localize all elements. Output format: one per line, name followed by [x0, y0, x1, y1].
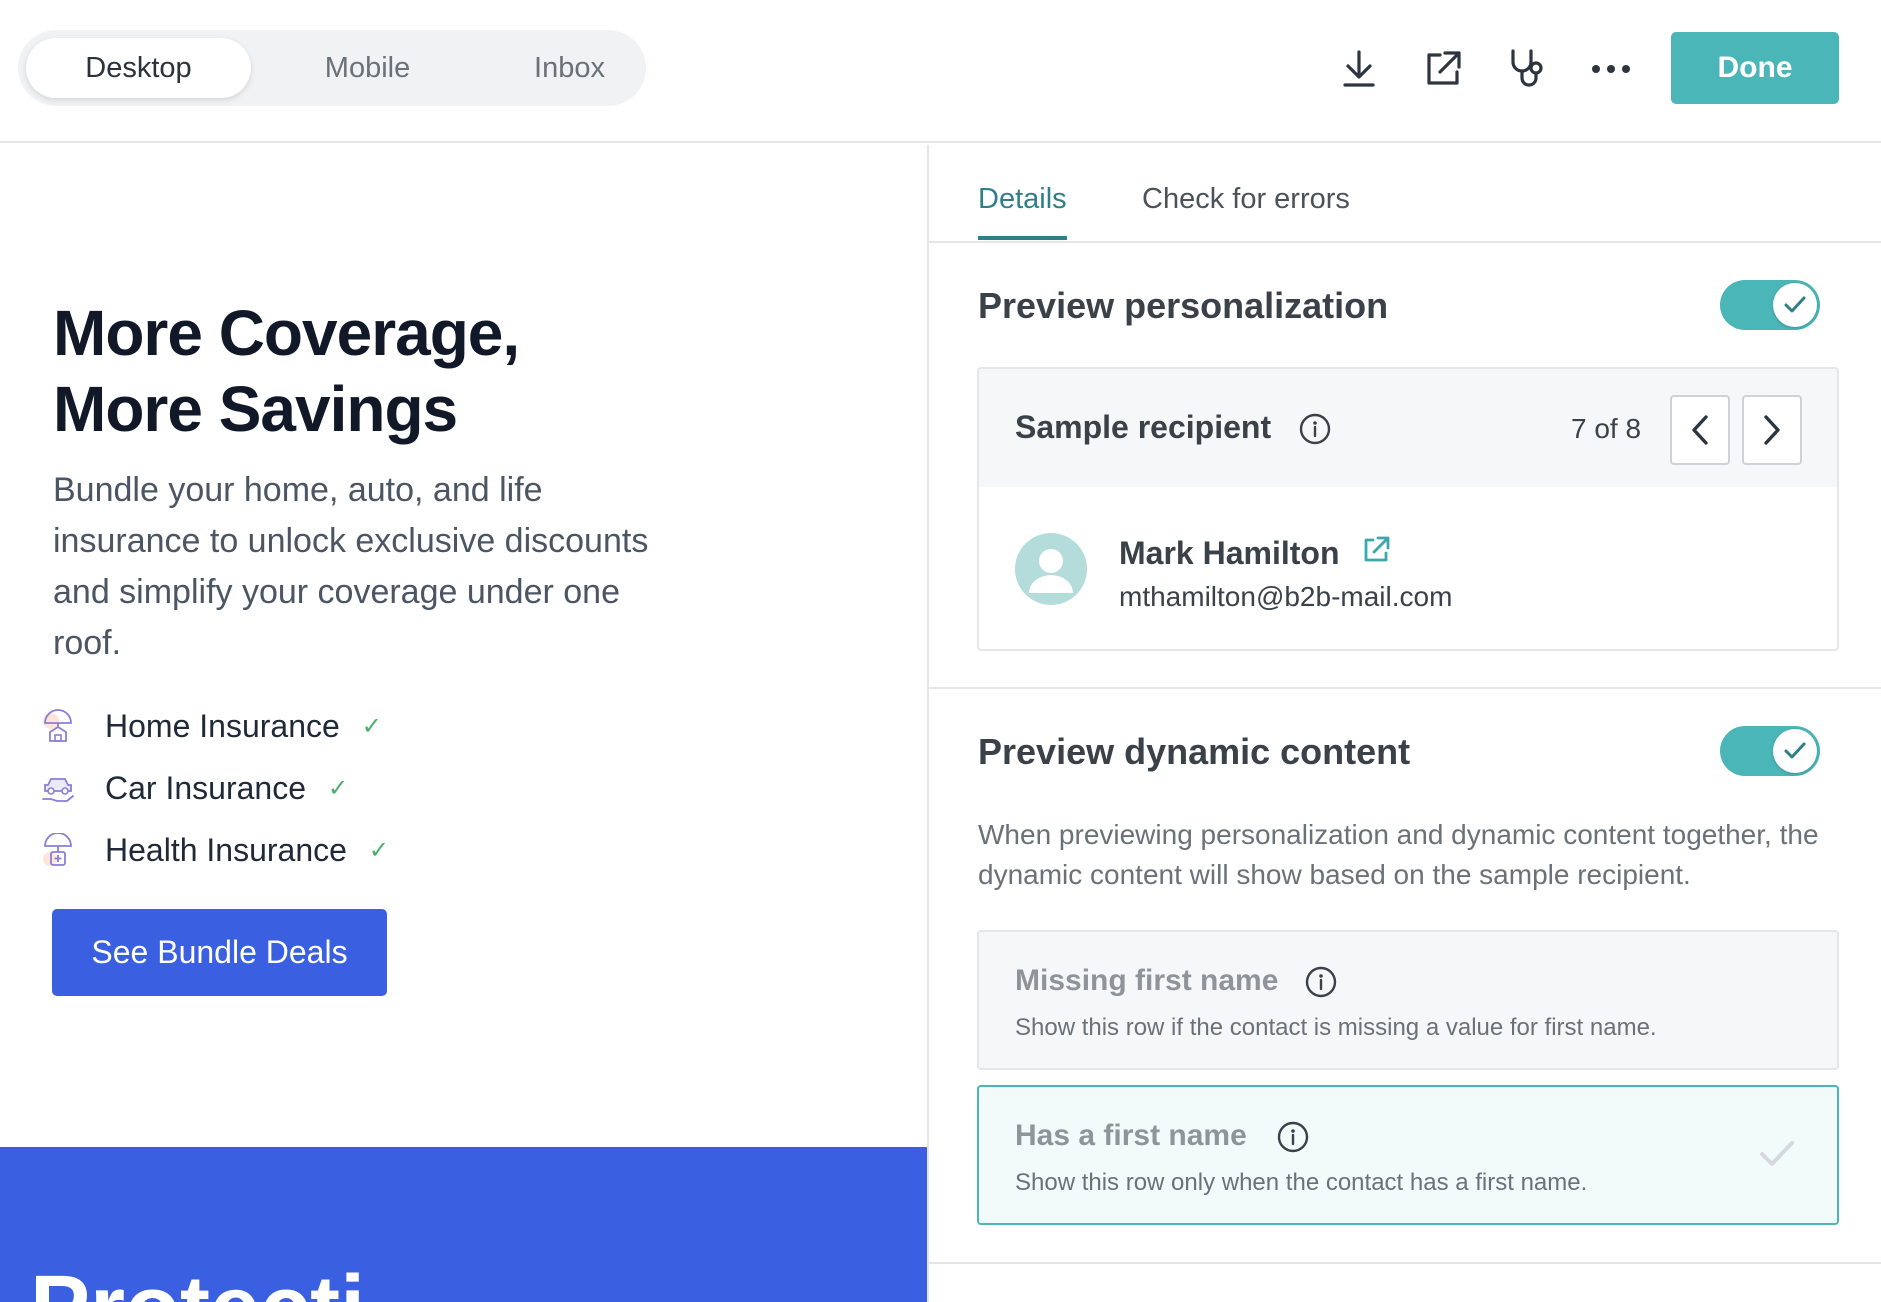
recipient-counter: 7 of 8: [1571, 413, 1642, 444]
tab-mobile[interactable]: Mobile: [271, 38, 464, 98]
blue-section: Protecti: [0, 1147, 927, 1302]
headline-line-1: More Coverage,: [53, 297, 520, 369]
email-headline: More Coverage, More Savings: [53, 295, 753, 447]
preview-dynamic-content-title: Preview dynamic content: [978, 731, 1411, 772]
sample-recipient-card: Sample recipient 7 of 8 Mark Hamilton mt…: [977, 367, 1839, 651]
option-missing-first-name[interactable]: Missing first name Show this row if the …: [977, 930, 1839, 1070]
download-icon[interactable]: [1336, 46, 1382, 92]
panel-tabs: Details Check for errors: [929, 145, 1881, 243]
recipient-name: Mark Hamilton: [1119, 535, 1340, 571]
option-description: Show this row only when the contact has …: [1015, 1169, 1588, 1196]
sample-recipient-label: Sample recipient: [1015, 409, 1272, 445]
external-link-icon[interactable]: [1420, 46, 1466, 92]
chevron-left-icon: [1692, 415, 1708, 445]
preview-personalization-title: Preview personalization: [978, 285, 1389, 326]
stethoscope-icon[interactable]: [1504, 46, 1550, 92]
email-body-text: Bundle your home, auto, and life insuran…: [53, 471, 649, 662]
tab-details[interactable]: Details: [978, 183, 1067, 240]
check-icon: [1773, 283, 1817, 327]
list-item: Home Insurance ✓: [40, 695, 640, 757]
list-item-label: Health Insurance: [105, 831, 347, 868]
check-icon: ✓: [327, 774, 349, 802]
previous-recipient-button[interactable]: [1670, 395, 1730, 465]
insurance-list: Home Insurance ✓ Car Insurance ✓ Health …: [40, 695, 640, 881]
info-icon[interactable]: [1305, 966, 1337, 1003]
check-icon: ✓: [361, 712, 382, 740]
view-switch: Desktop Mobile Inbox: [18, 30, 646, 106]
home-umbrella-icon: [40, 708, 76, 744]
external-link-icon[interactable]: [1361, 535, 1393, 567]
list-item-label: Car Insurance: [105, 769, 306, 806]
info-icon[interactable]: [1277, 1121, 1309, 1158]
dynamic-content-description: When previewing personalization and dyna…: [978, 819, 1819, 890]
tab-inbox[interactable]: Inbox: [473, 38, 666, 98]
section-divider: [929, 687, 1881, 689]
tab-check-for-errors[interactable]: Check for errors: [1142, 183, 1350, 236]
avatar: [1015, 533, 1087, 605]
section-divider: [929, 1262, 1881, 1264]
dynamic-content-toggle[interactable]: [1720, 726, 1820, 776]
health-umbrella-icon: [40, 832, 76, 868]
personalization-toggle[interactable]: [1720, 280, 1820, 330]
check-icon: ✓: [368, 836, 390, 864]
top-toolbar: Desktop Mobile Inbox Done: [0, 0, 1881, 143]
car-hand-icon: [40, 770, 76, 806]
done-button[interactable]: Done: [1671, 32, 1839, 104]
list-item: Health Insurance ✓: [40, 819, 640, 881]
list-item: Car Insurance ✓: [40, 757, 640, 819]
check-icon: [1773, 729, 1817, 773]
headline-line-2: More Savings: [53, 373, 458, 445]
check-icon: [1759, 1139, 1795, 1174]
chevron-right-icon: [1764, 415, 1780, 445]
tab-desktop[interactable]: Desktop: [26, 38, 251, 98]
email-preview: More Coverage, More Savings Bundle your …: [0, 145, 927, 1302]
option-title: Missing first name: [1015, 964, 1279, 997]
more-icon[interactable]: [1588, 46, 1634, 92]
info-icon[interactable]: [1299, 413, 1331, 450]
recipient-email: mthamilton@b2b-mail.com: [1119, 581, 1453, 612]
option-description: Show this row if the contact is missing …: [1015, 1014, 1657, 1041]
option-title: Has a first name: [1015, 1119, 1247, 1152]
list-item-label: Home Insurance: [105, 707, 340, 744]
sample-recipient-header: Sample recipient 7 of 8: [979, 369, 1837, 487]
option-has-first-name[interactable]: Has a first name Show this row only when…: [977, 1085, 1839, 1225]
section-heading-partial: Protecti: [30, 1257, 365, 1302]
see-bundle-deals-button[interactable]: See Bundle Deals: [52, 909, 387, 996]
next-recipient-button[interactable]: [1742, 395, 1802, 465]
